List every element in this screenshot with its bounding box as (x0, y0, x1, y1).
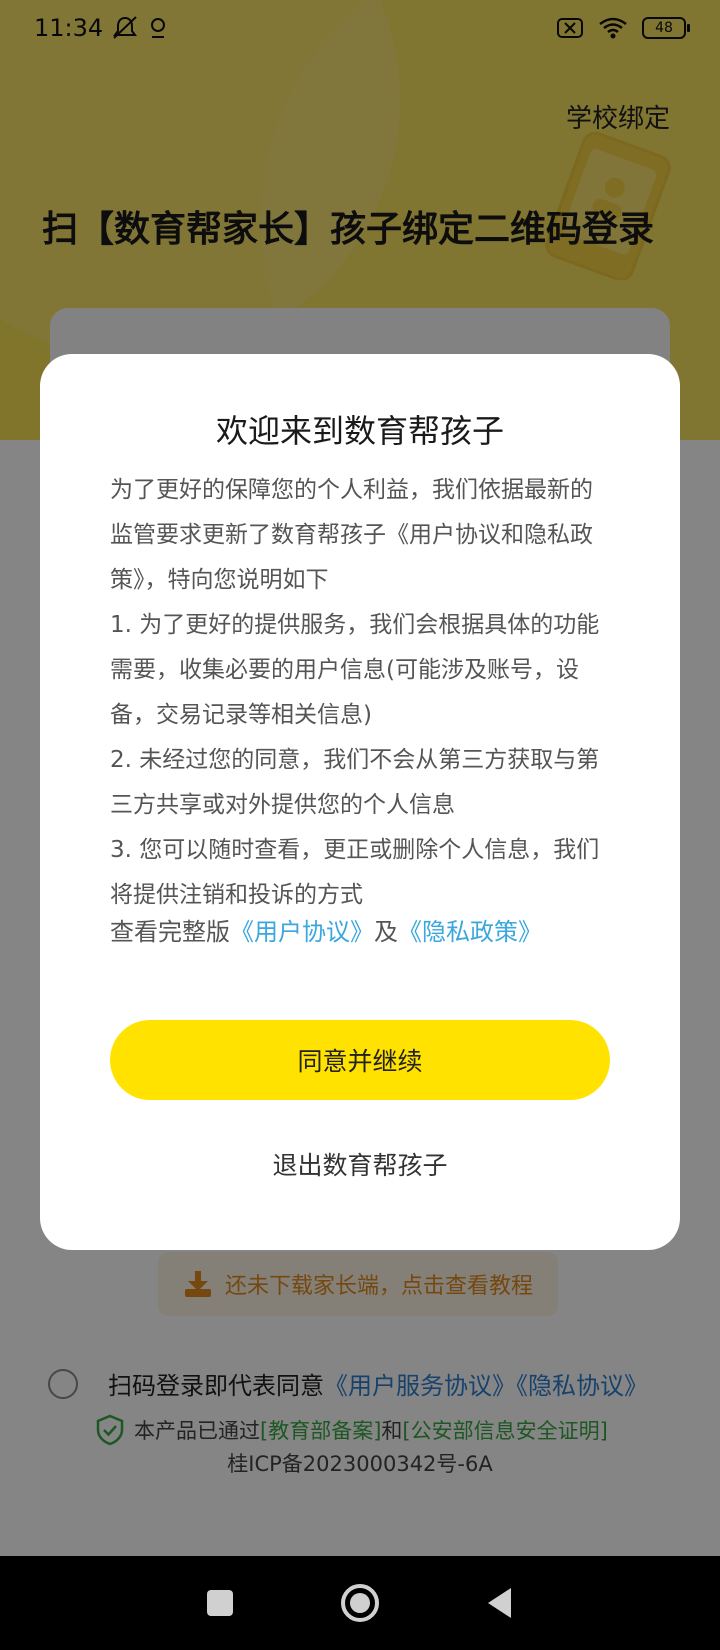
dialog-title: 欢迎来到数育帮孩子 (215, 412, 504, 450)
dialog-paragraph: 为了更好的保障您的个人利益，我们依据最新的监管要求更新了数育帮孩子《用户协议和隐… (110, 477, 593, 593)
dialog-links-line: 查看完整版《用户协议》及《隐私政策》 (110, 912, 610, 947)
privacy-dialog: 欢迎来到数育帮孩子 为了更好的保障您的个人利益，我们依据最新的监管要求更新了数育… (40, 354, 680, 1250)
triangle-back-icon (488, 1588, 511, 1618)
square-icon (207, 1590, 233, 1616)
dialog-paragraph: 1. 为了更好的提供服务，我们会根据具体的功能需要，收集必要的用户信息(可能涉及… (110, 612, 600, 728)
home-button[interactable] (330, 1573, 390, 1633)
back-button[interactable] (470, 1573, 530, 1633)
links-middle: 及 (374, 918, 398, 946)
agree-continue-button[interactable]: 同意并继续 (110, 1020, 610, 1100)
privacy-policy-link[interactable]: 《隐私政策》 (398, 918, 542, 946)
login-page: 11:34 48 学校绑定 扫【数育帮家长】孩子绑定二维码登录 还未下载家长端，… (0, 0, 720, 1650)
dialog-paragraph: 3. 您可以随时查看，更正或删除个人信息，我们将提供注销和投诉的方式 (110, 837, 600, 908)
dialog-body: 为了更好的保障您的个人利益，我们依据最新的监管要求更新了数育帮孩子《用户协议和隐… (110, 468, 610, 918)
user-agreement-link[interactable]: 《用户协议》 (230, 918, 374, 946)
exit-app-button[interactable]: 退出数育帮孩子 (110, 1134, 610, 1194)
circle-icon (341, 1584, 379, 1622)
recents-button[interactable] (190, 1573, 250, 1633)
system-navigation-bar (0, 1556, 720, 1650)
dialog-paragraph: 2. 未经过您的同意，我们不会从第三方获取与第三方共享或对外提供您的个人信息 (110, 747, 600, 818)
links-prefix: 查看完整版 (110, 918, 230, 946)
